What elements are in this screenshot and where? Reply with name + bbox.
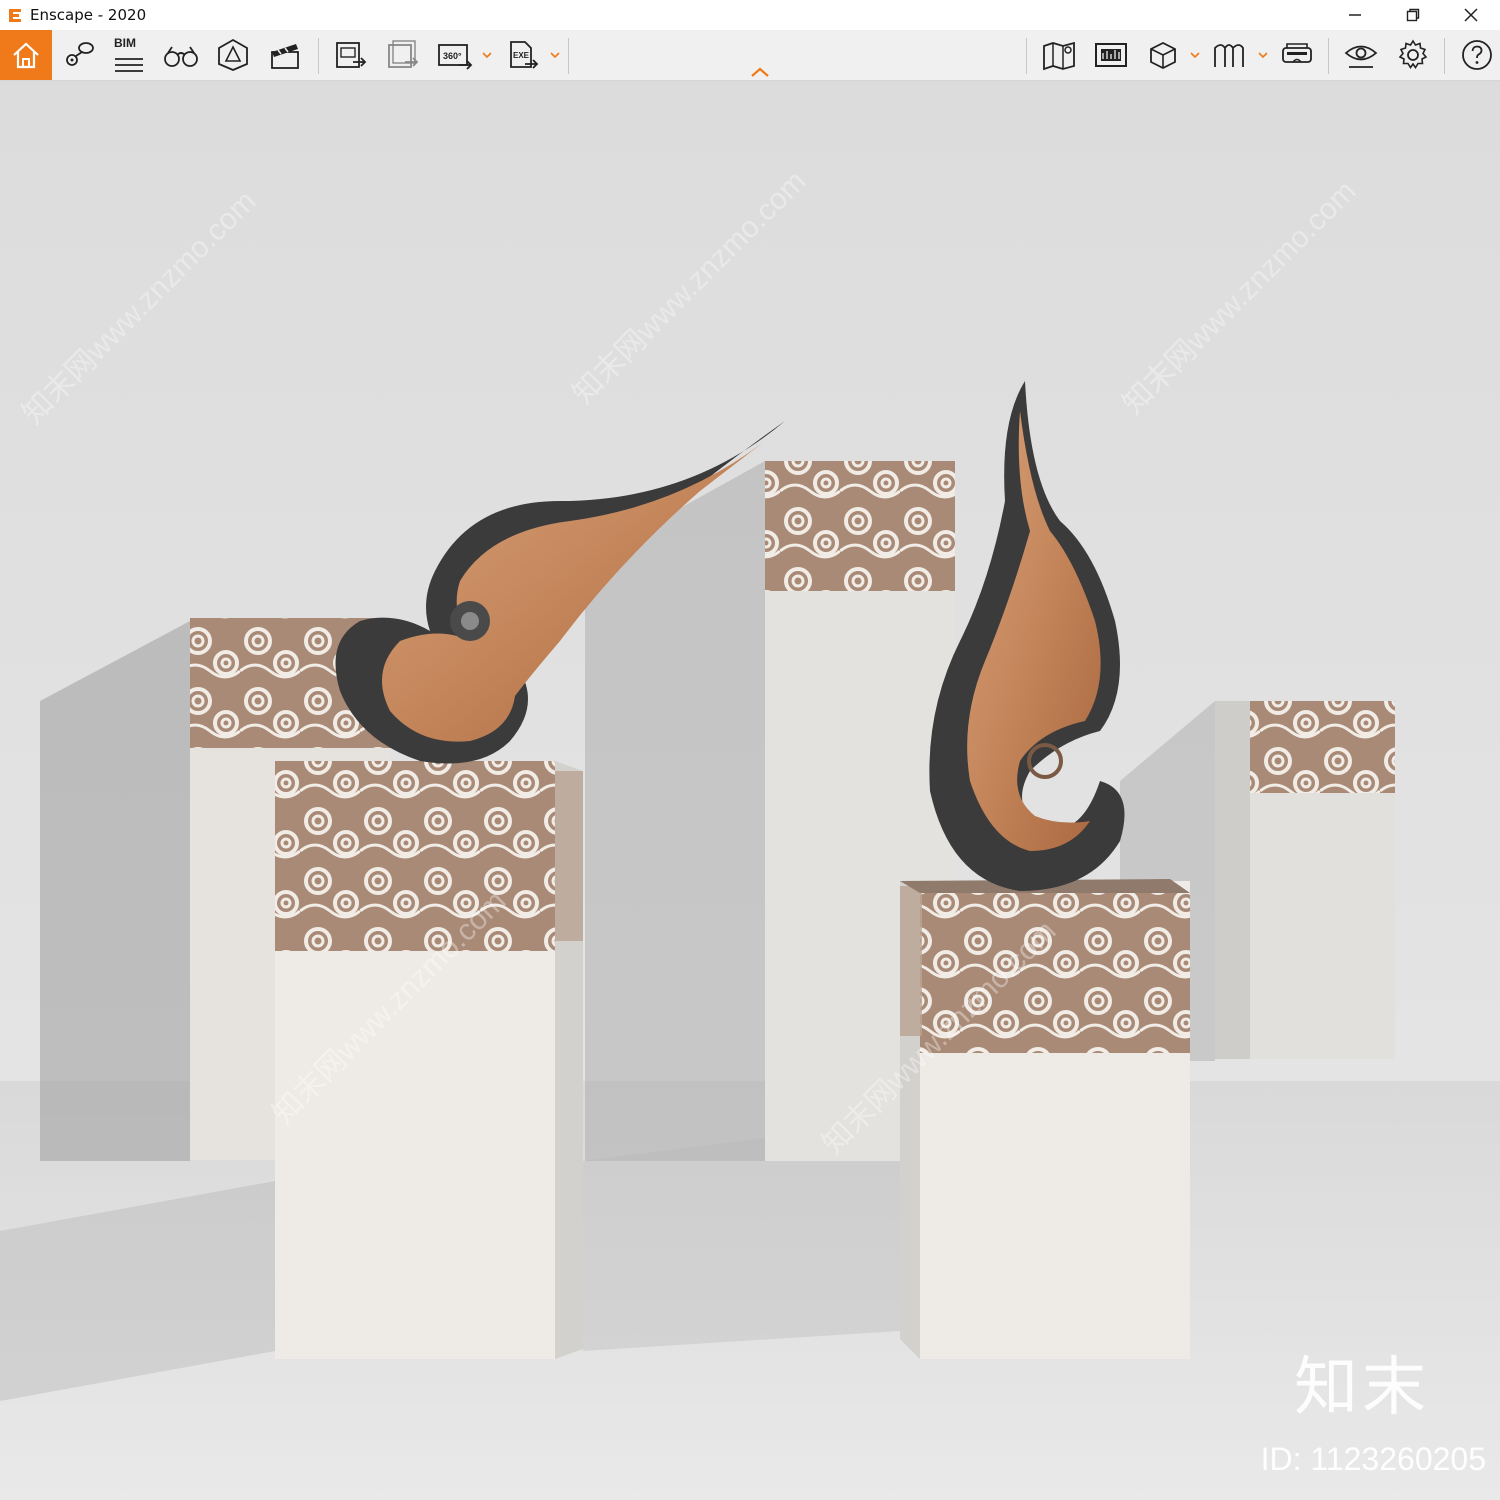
bim-button[interactable]: BIM [104, 30, 154, 80]
view-management-icon [66, 42, 94, 66]
chevron-down-icon [482, 52, 492, 59]
vr-headset-icon [1282, 43, 1312, 63]
batch-render-icon [388, 40, 419, 68]
chevron-down-icon [1190, 52, 1200, 59]
chevron-down-icon [1258, 52, 1268, 59]
help-icon [1462, 40, 1492, 70]
rendered-scene [0, 81, 1500, 1500]
settings-gear-icon [1398, 39, 1428, 69]
panorama-label: 360° [443, 51, 462, 61]
watermark-id: ID: 1123260205 [1260, 1441, 1486, 1477]
panorama-360-icon: 360° [438, 44, 473, 70]
restore-icon [1406, 8, 1420, 22]
toolbar-separator [1328, 38, 1329, 74]
render-screenshot-icon [336, 42, 367, 68]
export-exe-button[interactable]: EXE [498, 30, 548, 80]
minimize-button[interactable] [1326, 0, 1384, 30]
video-editor-button[interactable] [260, 30, 310, 80]
view-settings-icon [1344, 45, 1378, 68]
home-icon [13, 42, 39, 69]
window-title: Enscape - 2020 [30, 6, 147, 24]
view-settings-button[interactable] [1336, 30, 1386, 80]
toolbar-separator [1444, 38, 1445, 74]
help-button[interactable] [1452, 30, 1500, 80]
binoculars-button[interactable] [156, 30, 206, 80]
cube-dropdown-caret[interactable] [1188, 30, 1202, 80]
minimize-icon [1349, 14, 1361, 16]
vr-headset-button[interactable] [1272, 30, 1322, 80]
toolbar-separator [1026, 38, 1027, 74]
render-screenshot-button[interactable] [326, 30, 376, 80]
view-management-button[interactable] [54, 30, 104, 80]
chevron-down-icon [550, 52, 560, 59]
binoculars-icon [164, 46, 198, 67]
title-bar: Enscape - 2020 [0, 0, 1500, 30]
bim-icon [115, 58, 143, 72]
export-dropdown-caret[interactable] [548, 30, 562, 80]
panorama-dropdown-caret[interactable] [480, 30, 494, 80]
close-icon [1464, 8, 1478, 22]
render-viewport[interactable]: 知末网www.znzmo.com 知末网www.znzmo.com 知末网www… [0, 81, 1500, 1500]
asset-library-icon [218, 38, 248, 71]
window-controls [1326, 0, 1500, 30]
collapse-toolbar-icon[interactable] [748, 64, 772, 80]
toolbar-separator [568, 38, 569, 74]
asset-library-button[interactable] [208, 30, 258, 80]
panorama-360-button[interactable]: 360° [430, 30, 480, 80]
cube-icon [1150, 41, 1176, 70]
exe-label: EXE [513, 51, 530, 60]
map-icon [1043, 41, 1075, 71]
enscape-toolbar: BIM 360° EXE [0, 30, 1500, 81]
material-editor-icon [1214, 44, 1244, 67]
visual-settings-button[interactable] [1086, 30, 1136, 80]
map-button[interactable] [1034, 30, 1084, 80]
cube-button[interactable] [1138, 30, 1188, 80]
batch-render-button[interactable] [378, 30, 428, 80]
visual-settings-icon [1095, 43, 1127, 67]
enscape-logo-icon [9, 9, 21, 22]
material-editor-button[interactable] [1204, 30, 1254, 80]
bim-label: BIM [114, 36, 136, 50]
home-button[interactable] [0, 30, 52, 80]
close-button[interactable] [1442, 0, 1500, 30]
watermark-logo: 知末 [1294, 1351, 1430, 1425]
video-editor-icon [271, 44, 299, 69]
settings-button[interactable] [1388, 30, 1438, 80]
material-dropdown-caret[interactable] [1256, 30, 1270, 80]
export-exe-icon: EXE [510, 41, 539, 69]
restore-button[interactable] [1384, 0, 1442, 30]
toolbar-separator [318, 38, 319, 74]
